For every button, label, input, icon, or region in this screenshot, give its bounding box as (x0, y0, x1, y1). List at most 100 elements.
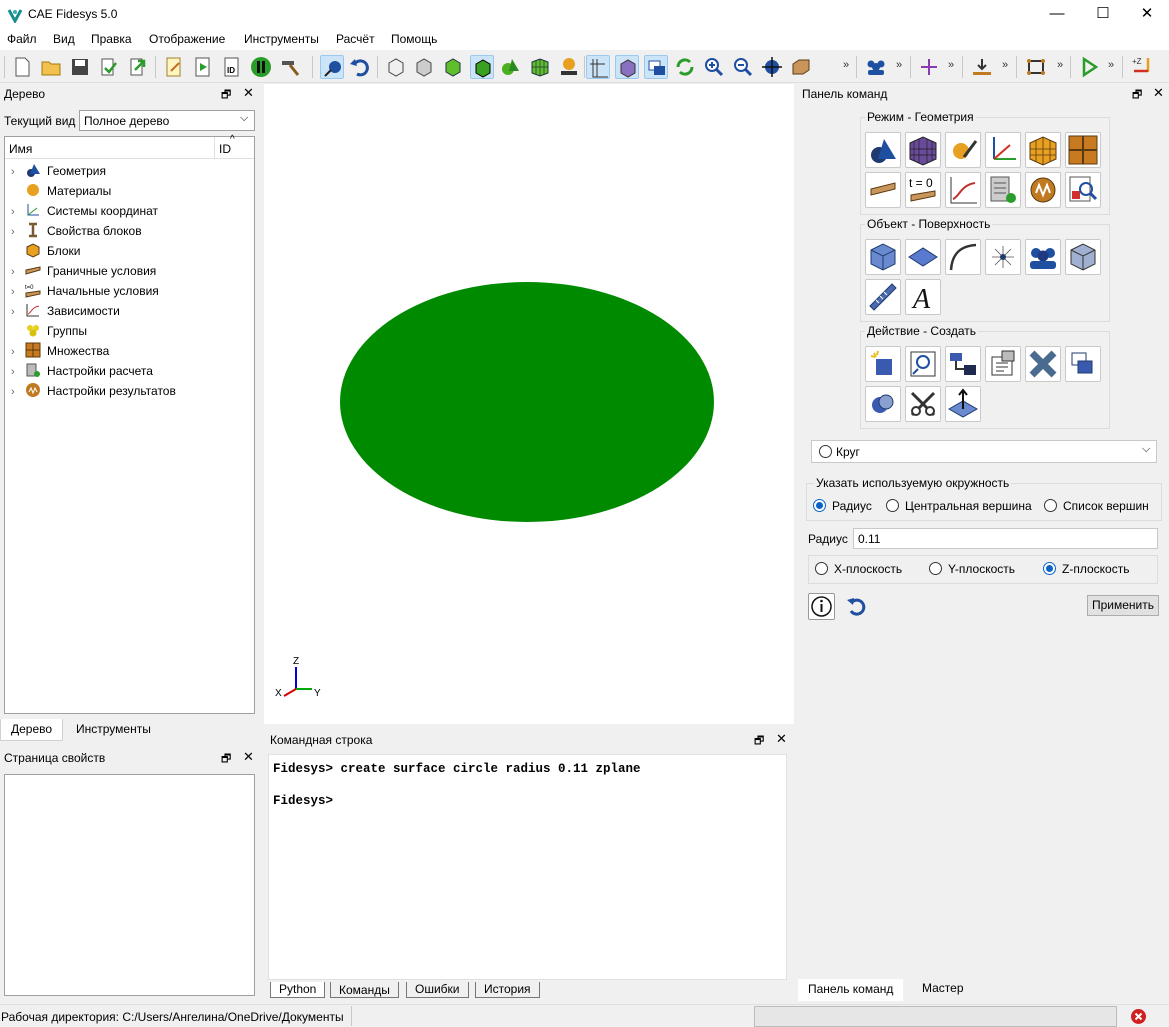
expand-arrow-icon[interactable]: › (11, 262, 25, 282)
reset-button[interactable] (844, 593, 871, 620)
materials-view-icon[interactable] (557, 55, 581, 79)
result-viewer-mode-icon[interactable] (1065, 172, 1101, 208)
tree-item[interactable]: › Настройки результатов (11, 381, 176, 401)
pause-icon[interactable] (249, 55, 273, 79)
boundary-conditions-mode-icon[interactable] (865, 172, 901, 208)
measure-object-icon[interactable] (865, 279, 901, 315)
initial-conditions-mode-icon[interactable]: t = 0 (905, 172, 941, 208)
tree-view[interactable]: Имя ID ^ › Геометрия Материалы › Системы коо… (4, 134, 255, 714)
error-status-icon[interactable] (1130, 1008, 1147, 1025)
toolbar-overflow-icon[interactable]: » (896, 59, 902, 71)
expand-arrow-icon[interactable]: › (11, 362, 25, 382)
radio-z-plane[interactable]: Z-плоскость (1043, 562, 1129, 576)
expand-arrow-icon[interactable]: › (11, 382, 25, 402)
expand-arrow-icon[interactable]: › (11, 302, 25, 322)
refresh-icon[interactable] (673, 55, 697, 79)
float-panel-icon[interactable]: 🗗 (1132, 86, 1142, 105)
toolbar-overflow-icon[interactable]: » (948, 59, 954, 71)
sets-mode-icon[interactable] (1065, 132, 1101, 168)
float-panel-icon[interactable]: 🗗 (221, 86, 231, 105)
float-panel-icon[interactable]: 🗗 (754, 732, 764, 751)
modify-action-icon[interactable] (905, 346, 941, 382)
transform-action-icon[interactable] (945, 346, 981, 382)
mesh-mode-icon[interactable] (905, 132, 941, 168)
tab-python[interactable]: Python (270, 982, 326, 998)
close-panel-icon[interactable]: ✕ (243, 749, 254, 765)
tree-item[interactable]: › Множества (11, 341, 109, 361)
radio-vertex-list[interactable]: Список вершин (1044, 499, 1149, 513)
materials-mode-icon[interactable] (945, 132, 981, 168)
toolbar-overflow-icon[interactable]: » (1108, 59, 1114, 71)
coordinate-systems-mode-icon[interactable] (985, 132, 1021, 168)
tree-col-name[interactable]: Имя (9, 142, 32, 156)
menu-edit[interactable]: Правка (91, 32, 132, 46)
tree-item[interactable]: Группы (11, 321, 87, 341)
copy-action-icon[interactable] (1065, 346, 1101, 382)
graphics-viewport[interactable]: Z Y X (264, 84, 794, 724)
tab-tools[interactable]: Инструменты (66, 719, 161, 741)
tab-commands[interactable]: Команды (330, 982, 399, 998)
expand-arrow-icon[interactable]: › (11, 222, 25, 242)
import-icon[interactable] (97, 55, 121, 79)
body-object-icon[interactable] (1065, 239, 1101, 275)
calc-settings-mode-icon[interactable] (985, 172, 1021, 208)
menu-tools[interactable]: Инструменты (244, 32, 319, 46)
close-window-button[interactable]: ✕ (1124, 0, 1169, 30)
radio-y-plane[interactable]: Y-плоскость (929, 562, 1015, 576)
bounding-box-icon[interactable] (1024, 55, 1048, 79)
tab-history[interactable]: История (475, 982, 540, 998)
shape-type-select[interactable]: Круг ⌵ (811, 440, 1157, 463)
menu-view[interactable]: Вид (53, 32, 75, 46)
float-panel-icon[interactable]: 🗗 (221, 750, 231, 769)
blocks-mode-icon[interactable] (1025, 132, 1061, 168)
expand-arrow-icon[interactable]: › (11, 162, 25, 182)
radio-center-vertex[interactable]: Центральная вершина (886, 499, 1032, 513)
curve-object-icon[interactable] (945, 239, 981, 275)
toolbar-overflow-icon[interactable]: » (843, 59, 849, 71)
id-icon[interactable]: ID (220, 55, 244, 79)
group-object-icon[interactable] (1025, 239, 1061, 275)
measure-icon[interactable] (970, 55, 994, 79)
toolbar-overflow-icon[interactable]: » (1057, 59, 1063, 71)
info-button[interactable] (808, 593, 835, 620)
edit-script-icon[interactable] (162, 55, 186, 79)
boolean-action-icon[interactable] (865, 386, 901, 422)
close-panel-icon[interactable]: ✕ (1153, 85, 1164, 101)
box-icon[interactable] (789, 55, 813, 79)
tree-item[interactable]: › Свойства блоков (11, 221, 142, 241)
tree-item[interactable]: › Системы координат (11, 201, 158, 221)
menu-file[interactable]: Файл (7, 32, 37, 46)
select-mode-icon[interactable] (320, 55, 344, 79)
create-action-icon[interactable] (865, 346, 901, 382)
hammer-icon[interactable] (278, 55, 302, 79)
text-object-icon[interactable]: A (905, 279, 941, 315)
shaded-view-icon[interactable] (441, 55, 465, 79)
surface-object-icon[interactable] (905, 239, 941, 275)
minimize-button[interactable]: — (1034, 0, 1080, 30)
tree-item[interactable]: › Настройки расчета (11, 361, 153, 381)
menu-help[interactable]: Помощь (391, 32, 437, 46)
radio-radius[interactable]: Радиус (813, 499, 872, 513)
maximize-button[interactable]: ☐ (1080, 0, 1126, 30)
axes-toggle-icon[interactable] (586, 55, 610, 79)
wireframe-view-icon[interactable] (384, 55, 408, 79)
zoom-in-icon[interactable] (702, 55, 726, 79)
split-action-icon[interactable] (905, 386, 941, 422)
radius-input[interactable]: 0.11 (853, 528, 1158, 549)
fit-view-icon[interactable] (760, 55, 784, 79)
volume-object-icon[interactable] (865, 239, 901, 275)
close-panel-icon[interactable]: ✕ (243, 85, 254, 101)
vertex-object-icon[interactable] (985, 239, 1021, 275)
cube-view-icon[interactable] (615, 55, 639, 79)
toolbar-overflow-icon[interactable]: » (1002, 59, 1008, 71)
save-icon[interactable] (68, 55, 92, 79)
tree-item[interactable]: › Граничные условия (11, 261, 156, 281)
tab-master[interactable]: Мастер (912, 978, 974, 1000)
radio-x-plane[interactable]: X-плоскость (815, 562, 902, 576)
view-z-axis-icon[interactable]: +Z (1130, 55, 1154, 79)
tree-item[interactable]: Материалы (11, 181, 111, 201)
tab-tree[interactable]: Дерево (0, 719, 64, 741)
crosshair-icon[interactable] (917, 55, 941, 79)
geometry-view-icon[interactable] (499, 55, 523, 79)
expand-arrow-icon[interactable]: › (11, 342, 25, 362)
